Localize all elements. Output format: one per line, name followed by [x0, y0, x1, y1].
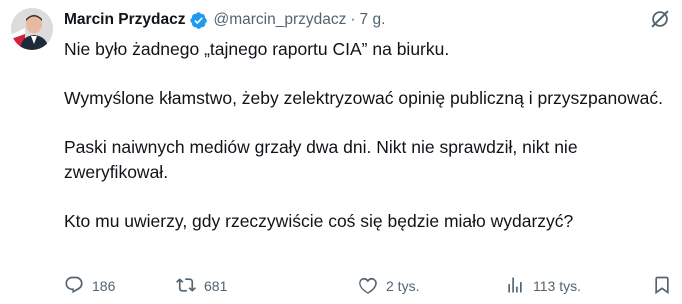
tweet-paragraph: Paski naiwnych mediów grzały dwa dni. Ni…	[64, 137, 578, 182]
repost-count: 681	[204, 278, 228, 294]
reply-icon	[64, 275, 84, 298]
author-name[interactable]: Marcin Przydacz	[64, 11, 185, 29]
like-button[interactable]: 2 tys.	[358, 274, 419, 298]
repost-icon	[176, 275, 196, 298]
bookmark-button[interactable]	[652, 274, 672, 298]
tweet-text: Nie było żadnego „tajnego raportu CIA” n…	[64, 37, 664, 233]
grok-icon[interactable]	[649, 8, 671, 30]
views-count: 113 tys.	[533, 278, 581, 294]
tweet-paragraph: Wymyślone kłamstwo, żeby zelektryzować o…	[64, 88, 663, 108]
separator-dot: ·	[350, 11, 356, 28]
timestamp[interactable]: 7 g.	[360, 11, 386, 29]
tweet-paragraph: Kto mu uwierzy, gdy rzeczywiście coś się…	[64, 210, 574, 231]
repost-button[interactable]: 681	[176, 274, 227, 298]
like-count: 2 tys.	[386, 278, 420, 294]
bookmark-icon	[652, 275, 672, 298]
views-icon	[505, 275, 525, 298]
action-bar: 186 681 2 tys. 113 tys.	[64, 274, 674, 298]
reply-count: 186	[92, 278, 116, 294]
views-button[interactable]: 113 tys.	[505, 274, 581, 298]
tweet-header: Marcin Przydacz @marcin_przydacz · 7 g.	[64, 9, 385, 31]
like-icon	[358, 275, 378, 298]
avatar[interactable]	[11, 8, 53, 50]
verified-badge-icon	[189, 11, 208, 30]
tweet-paragraph: Nie było żadnego „tajnego raportu CIA” n…	[64, 39, 450, 59]
author-handle[interactable]: @marcin_przydacz	[213, 11, 346, 29]
reply-button[interactable]: 186	[64, 274, 115, 298]
